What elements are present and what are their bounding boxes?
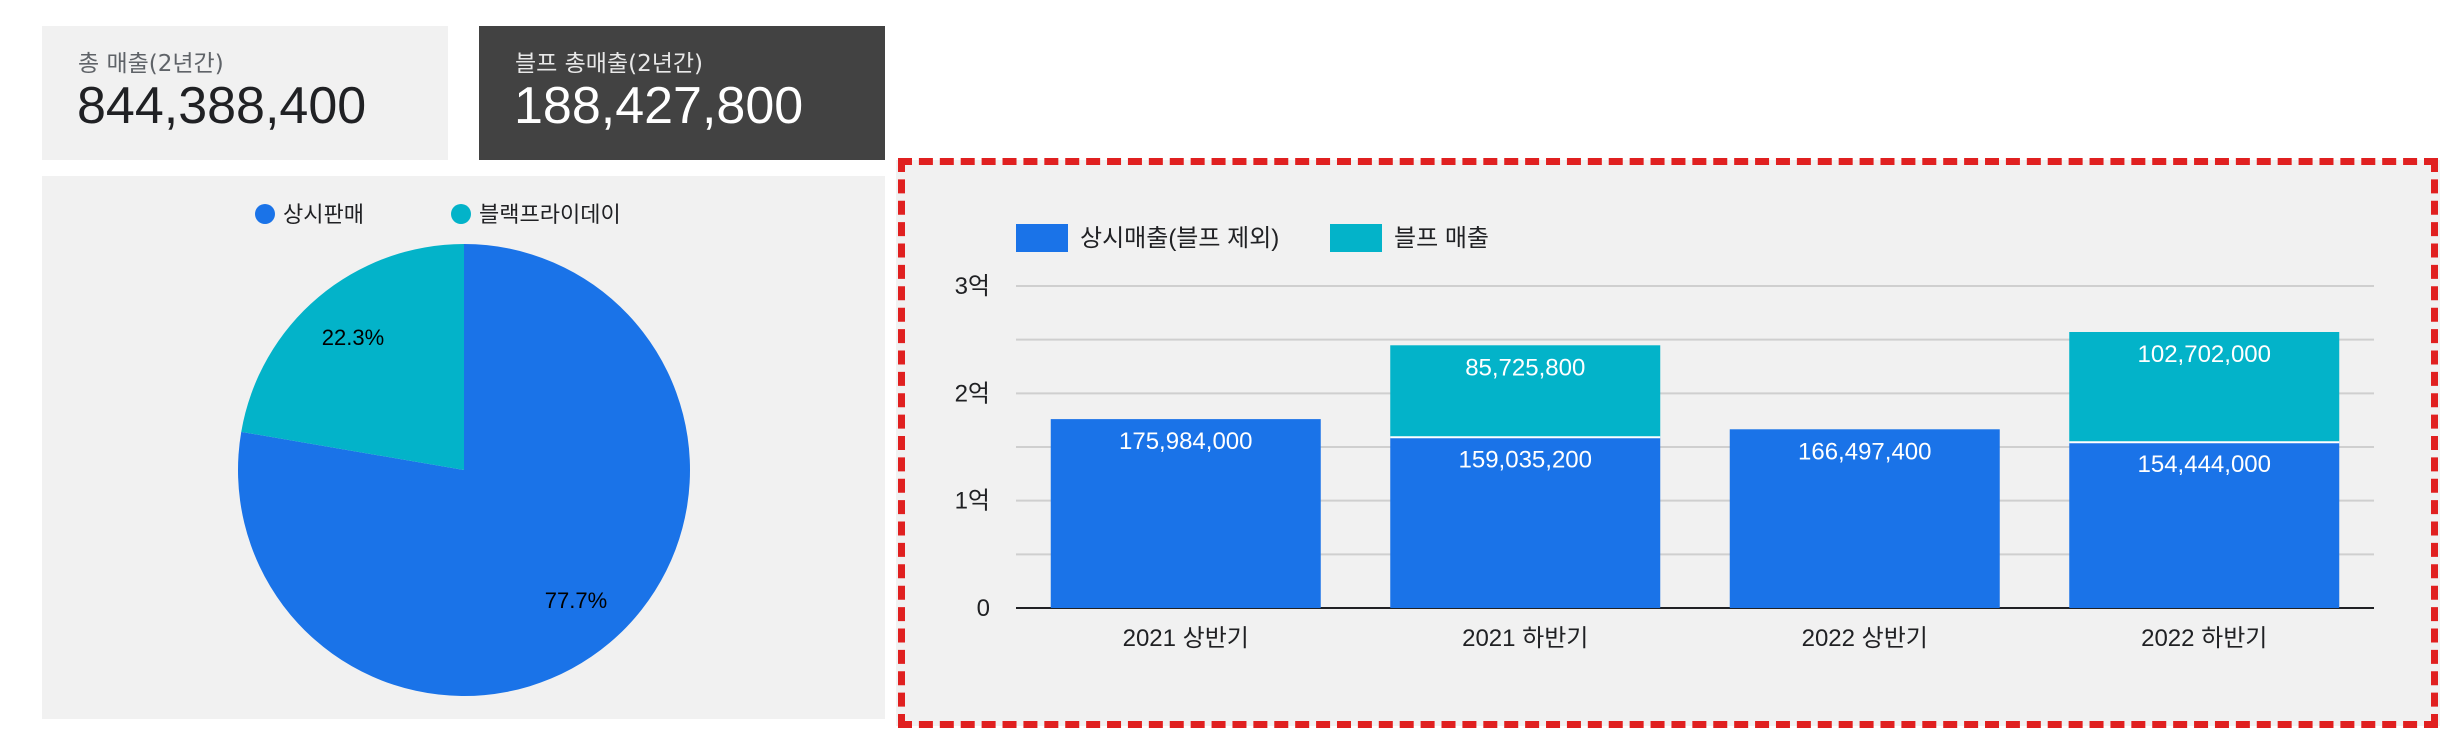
kpi-label: 블프 총매출(2년간) [515,51,704,77]
legend-label-regular: 상시판매 [283,202,364,227]
kpi-value: 844,388,400 [77,77,367,135]
x-tick-label: 2021 상반기 [1123,625,1249,652]
kpi-card-total-sales: 총 매출(2년간) 844,388,400 [42,26,448,160]
y-tick-label: 0 [977,595,990,622]
y-tick-label: 1억 [955,488,990,515]
y-tick-label: 3억 [955,273,990,300]
y-tick-label: 2억 [955,380,990,407]
data-label: 102,702,000 [2138,341,2271,368]
kpi-card-blackfriday-sales: 블프 총매출(2년간) 188,427,800 [479,26,885,160]
legend-swatch-blackfriday [451,204,471,224]
bar-chart-panel: 상시매출(블프 제외) 블프 매출 0 1억 2억 3억 175,984,000 202… [896,160,2440,726]
pie-chart-panel: 상시판매 블랙프라이데이 77.7% 22.3% [42,176,885,719]
x-tick-label: 2021 하반기 [1462,625,1588,652]
legend-swatch-blackfriday [1330,224,1382,252]
legend-label-blackfriday: 블프 매출 [1394,225,1489,252]
data-label: 85,725,800 [1465,354,1585,381]
kpi-label: 총 매출(2년간) [78,51,224,77]
x-tick-label: 2022 상반기 [1802,625,1928,652]
slice-label-blackfriday: 22.3% [322,325,384,350]
data-label: 154,444,000 [2138,451,2271,478]
legend-label-regular: 상시매출(블프 제외) [1080,225,1279,252]
slice-label-regular: 77.7% [545,588,607,613]
data-label: 159,035,200 [1459,446,1592,473]
pie-chart: 상시판매 블랙프라이데이 77.7% 22.3% [238,202,691,697]
data-label: 166,497,400 [1798,438,1931,465]
pie-slice-blackfriday [241,244,464,470]
legend-swatch-regular [255,204,275,224]
stacked-bar-chart: 상시매출(블프 제외) 블프 매출 0 1억 2억 3억 175,984,000 202… [955,224,2374,652]
x-tick-label: 2022 하반기 [2141,625,2267,652]
kpi-value: 188,427,800 [514,77,804,135]
legend-swatch-regular [1016,224,1068,252]
data-label: 175,984,000 [1119,428,1252,455]
legend-label-blackfriday: 블랙프라이데이 [479,202,621,227]
